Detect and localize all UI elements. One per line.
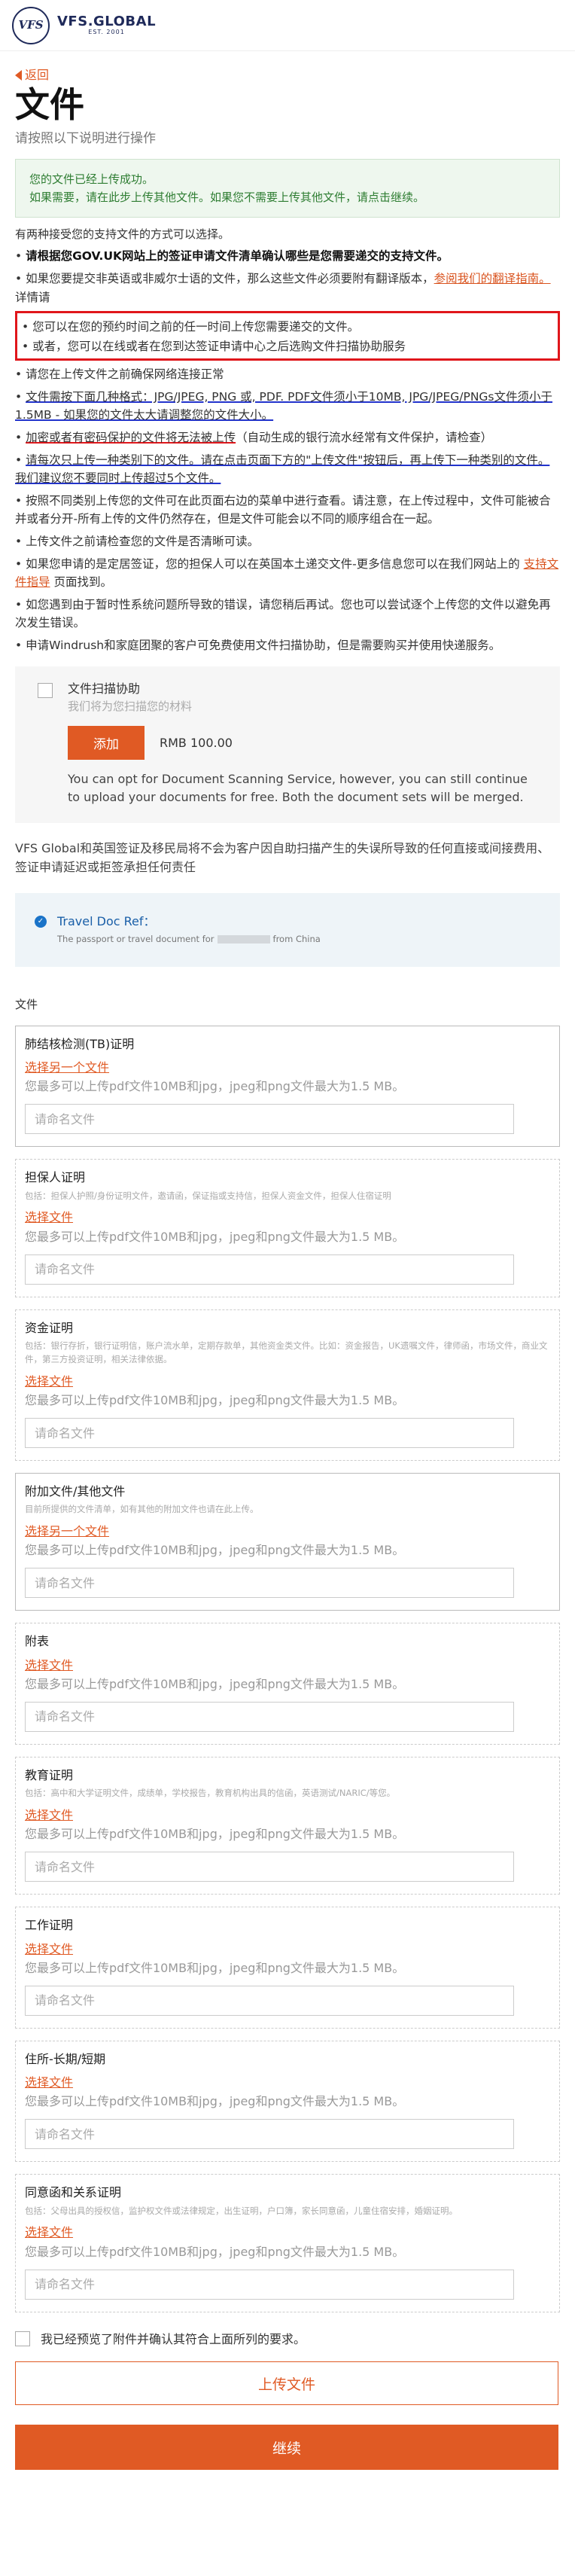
- document-card-title: 附表: [25, 1634, 50, 1649]
- document-card-title: 工作证明: [25, 1918, 74, 1933]
- bullet-legible: • 上传文件之前请检查您的文件是否清晰可读。: [15, 534, 260, 548]
- success-alert: 您的文件已经上传成功。 如果需要，请在此步上传其他文件。如果您不需要上传其他文件…: [15, 158, 560, 218]
- scan-price: RMB 100.00: [160, 735, 233, 750]
- logo-mark: VFS: [12, 6, 50, 44]
- document-card: 担保人证明包括：担保人护照/身份证明文件，邀请函，保证指或支持信，担保人资金文件…: [15, 1159, 560, 1297]
- choose-file-link[interactable]: 选择文件: [25, 1373, 552, 1390]
- file-size-hint: 您最多可以上传pdf文件10MB和jpg，jpeg和png文件最大为1.5 MB…: [25, 2244, 405, 2259]
- upload-files-button[interactable]: 上传文件: [15, 2361, 558, 2406]
- document-card: 附加文件/其他文件目前所提供的文件清单，如有其他的附加文件也请在此上传。选择另一…: [15, 1473, 560, 1611]
- files-section-label: 文件: [15, 998, 38, 1012]
- success-line-2: 如果需要，请在此步上传其他文件。如果您不需要上传其他文件，请点击继续。: [29, 190, 425, 204]
- choose-file-link[interactable]: 选择另一个文件: [25, 1059, 552, 1076]
- bullet-translation: • 如果您要提交非英语或非威尔士语的文件，那么这些文件必须要附有翻译版本，参阅我…: [15, 272, 551, 304]
- document-card: 工作证明选择文件您最多可以上传pdf文件10MB和jpg，jpeg和png文件最…: [15, 1907, 560, 2029]
- document-card: 肺结核检测(TB)证明选择另一个文件 您最多可以上传pdf文件10MB和jpg，j…: [15, 1025, 560, 1148]
- bullet-settlement: • 如果您申请的是定居签证，您的担保人可以在英国本土递交文件-更多信息您可以在我…: [15, 556, 559, 589]
- file-name-input[interactable]: [25, 2269, 514, 2300]
- agree-checkbox[interactable]: [15, 2331, 30, 2347]
- scan-service-desc: 我们将为您扫描您的材料: [68, 699, 193, 713]
- bullet-encrypted: • 加密或者有密码保护的文件将无法被上传（自动生成的银行流水经常有文件保护，请检…: [15, 430, 493, 444]
- agree-row: 我已经预览了附件并确认其符合上面所列的要求。: [15, 2331, 560, 2348]
- document-card: 附表选择文件您最多可以上传pdf文件10MB和jpg，jpeg和png文件最大为…: [15, 1623, 560, 1745]
- travel-doc-title: Travel Doc Ref：: [57, 914, 156, 929]
- document-card-desc: 包括：银行存折，银行证明信，账户流水单，定期存款单，其他资金类文件。比如：资金报…: [25, 1340, 548, 1364]
- travel-doc-panel: ✓ Travel Doc Ref： The passport or travel…: [15, 893, 560, 968]
- document-cards: 肺结核检测(TB)证明选择另一个文件 您最多可以上传pdf文件10MB和jpg，j…: [15, 1025, 560, 2312]
- redacted-name: [217, 935, 270, 944]
- document-card-title: 资金证明: [25, 1320, 74, 1335]
- document-card-title: 附加文件/其他文件: [25, 1484, 126, 1499]
- logo-sub: EST. 2001: [88, 29, 125, 35]
- back-label: 返回: [25, 68, 50, 82]
- chevron-left-icon: [15, 69, 22, 81]
- document-card-title: 同意函和关系证明: [25, 2185, 122, 2200]
- travel-doc-sub: The passport or travel document for from …: [57, 934, 321, 945]
- file-size-hint: 您最多可以上传pdf文件10MB和jpg，jpeg和png文件最大为1.5 MB…: [25, 1676, 405, 1691]
- scan-service-box: 文件扫描协助 我们将为您扫描您的材料 添加 RMB 100.00 You can…: [15, 666, 560, 823]
- file-name-input[interactable]: [25, 1985, 514, 2016]
- check-circle-icon: ✓: [35, 916, 47, 928]
- file-name-input[interactable]: [25, 1568, 514, 1599]
- bullet-upload-anytime: • 您可以在您的预约时间之前的任一时间上传您需要递交的文件。: [22, 319, 360, 334]
- add-scan-button[interactable]: 添加: [68, 725, 145, 760]
- page-subtitle: 请按照以下说明进行操作: [15, 131, 156, 147]
- file-size-hint: 您最多可以上传pdf文件10MB和jpg，jpeg和png文件最大为1.5 MB…: [25, 1229, 405, 1244]
- intro-text: 有两种接受您的支持文件的方式可以选择。: [15, 227, 230, 241]
- choose-file-link[interactable]: 选择文件: [25, 2224, 552, 2241]
- bullet-checklist: • 请根据您GOV.UK网站上的签证申请文件清单确认哪些是您需要递交的支持文件。: [15, 249, 449, 264]
- page-title: 文件: [15, 84, 84, 126]
- agree-label: 我已经预览了附件并确认其符合上面所列的要求。: [41, 2331, 306, 2346]
- document-card-desc: 包括：父母出具的授权信，监护权文件或法律规定，出生证明，户口簿，家长同意函，儿童…: [25, 2205, 458, 2216]
- document-card-title: 教育证明: [25, 1767, 74, 1782]
- document-card-title: 担保人证明: [25, 1170, 86, 1185]
- choose-file-link[interactable]: 选择文件: [25, 2074, 552, 2091]
- document-card-title: 肺结核检测(TB)证明: [25, 1036, 135, 1051]
- vfs-global-logo[interactable]: VFS VFS.GLOBAL EST. 2001: [12, 6, 157, 44]
- document-card: 资金证明包括：银行存折，银行证明信，账户流水单，定期存款单，其他资金类文件。比如…: [15, 1309, 560, 1462]
- file-size-hint: 您最多可以上传pdf文件10MB和jpg，jpeg和png文件最大为1.5 MB…: [25, 1079, 405, 1094]
- bullet-errors: • 如您遇到由于暂时性系统问题所导致的错误，请您稍后再试。您也可以尝试逐个上传您…: [15, 597, 551, 630]
- document-card: 教育证明包括：高中和大学证明文件，成绩单，学校报告，教育机构出具的信函，英语测试…: [15, 1756, 560, 1895]
- file-name-input[interactable]: [25, 1418, 514, 1449]
- file-size-hint: 您最多可以上传pdf文件10MB和jpg，jpeg和png文件最大为1.5 MB…: [25, 1543, 405, 1558]
- bullet-windrush: • 申请Windrush和家庭团聚的客户可免费使用文件扫描协助，但是需要购买并使…: [15, 638, 501, 652]
- choose-file-link[interactable]: 选择文件: [25, 1657, 552, 1674]
- bullet-scan-service: • 或者，您可以在线或者在您到达签证申请中心之后选购文件扫描协助服务: [22, 339, 406, 353]
- file-size-hint: 您最多可以上传pdf文件10MB和jpg，jpeg和png文件最大为1.5 MB…: [25, 2094, 405, 2109]
- file-name-input[interactable]: [25, 1701, 514, 1732]
- choose-file-link[interactable]: 选择文件: [25, 1806, 552, 1824]
- document-card: 同意函和关系证明包括：父母出具的授权信，监护权文件或法律规定，出生证明，户口簿，…: [15, 2174, 560, 2312]
- back-link[interactable]: 返回: [15, 66, 560, 84]
- document-card-desc: 包括：高中和大学证明文件，成绩单，学校报告，教育机构出具的信函，英语测试/NAR…: [25, 1788, 396, 1799]
- scan-service-title: 文件扫描协助: [68, 681, 141, 696]
- logo-text: VFS.GLOBAL: [57, 14, 157, 30]
- document-card: 住所-长期/短期选择文件您最多可以上传pdf文件10MB和jpg，jpeg和pn…: [15, 2040, 560, 2163]
- file-name-input[interactable]: [25, 1104, 514, 1135]
- choose-file-link[interactable]: 选择文件: [25, 1209, 552, 1226]
- file-size-hint: 您最多可以上传pdf文件10MB和jpg，jpeg和png文件最大为1.5 MB…: [25, 1960, 405, 1975]
- disclaimer-text: VFS Global和英国签证及移民局将不会为客户因自助扫描产生的失误所导致的任…: [15, 840, 550, 874]
- file-name-input[interactable]: [25, 1852, 514, 1882]
- file-name-input[interactable]: [25, 2119, 514, 2150]
- bullet-formats: • 文件需按下面几种格式：JPG/JPEG, PNG 或, PDF. PDF文件…: [15, 389, 553, 422]
- file-name-input[interactable]: [25, 1254, 514, 1285]
- bullet-one-category: • 请每次只上传一种类别下的文件。请在点击页面下方的"上传文件"按钮后，再上传下…: [15, 453, 550, 485]
- continue-button[interactable]: 继续: [15, 2425, 558, 2471]
- file-size-hint: 您最多可以上传pdf文件10MB和jpg，jpeg和png文件最大为1.5 MB…: [25, 1392, 405, 1407]
- scan-service-note: You can opt for Document Scanning Servic…: [68, 771, 528, 804]
- choose-file-link[interactable]: 选择文件: [25, 1940, 552, 1958]
- scan-service-checkbox[interactable]: [38, 682, 53, 698]
- success-line-1: 您的文件已经上传成功。: [29, 172, 154, 186]
- document-card-title: 住所-长期/短期: [25, 2051, 106, 2066]
- bullet-network: • 请您在上传文件之前确保网络连接正常: [15, 367, 224, 381]
- document-card-desc: 目前所提供的文件清单，如有其他的附加文件也请在此上传。: [25, 1504, 259, 1515]
- bullet-categories: • 按照不同类别上传您的文件可在此页面右边的菜单中进行查看。请注意，在上传过程中…: [15, 493, 551, 526]
- highlight-box-red: • 您可以在您的预约时间之前的任一时间上传您需要递交的文件。 • 或者，您可以在…: [15, 310, 560, 361]
- translation-guide-link[interactable]: 参阅我们的翻译指南。: [434, 272, 551, 285]
- file-size-hint: 您最多可以上传pdf文件10MB和jpg，jpeg和png文件最大为1.5 MB…: [25, 1827, 405, 1842]
- top-bar: VFS VFS.GLOBAL EST. 2001: [0, 0, 575, 51]
- document-card-desc: 包括：担保人护照/身份证明文件，邀请函，保证指或支持信，担保人资金文件，担保人住…: [25, 1190, 391, 1201]
- choose-file-link[interactable]: 选择另一个文件: [25, 1523, 552, 1540]
